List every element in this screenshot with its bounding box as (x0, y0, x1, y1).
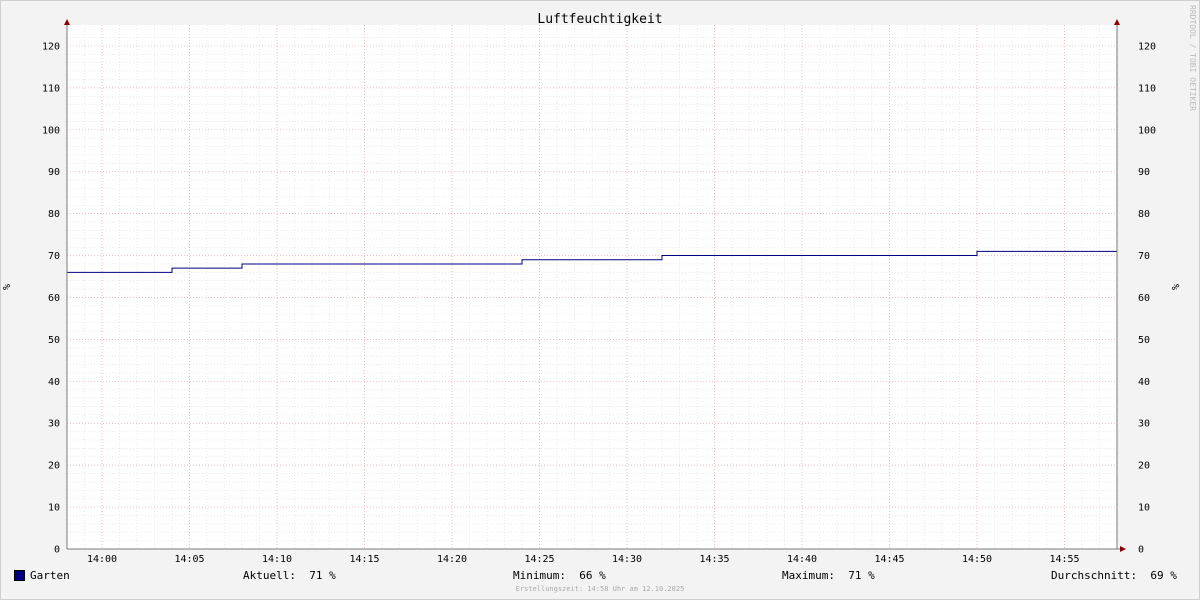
y-tick-label-left: 30 (48, 419, 60, 430)
y-tick-label-right: 80 (1138, 209, 1150, 220)
y-tick-label-left: 40 (48, 377, 60, 388)
y-tick-label-right: 120 (1138, 41, 1156, 52)
x-tick-label: 14:50 (962, 554, 992, 565)
y-tick-label-right: 50 (1138, 335, 1150, 346)
x-tick-label: 14:55 (1049, 554, 1079, 565)
y-tick-label-right: 90 (1138, 167, 1150, 178)
x-tick-label: 14:05 (174, 554, 204, 565)
y-tick-label-right: 70 (1138, 251, 1150, 262)
y-tick-label-right: 110 (1138, 83, 1156, 94)
y-axis-label-left: % (2, 284, 13, 290)
y-tick-label-right: 20 (1138, 461, 1150, 472)
y-axis-arrow-left (64, 19, 70, 25)
x-tick-label: 14:10 (262, 554, 292, 565)
x-tick-label: 14:25 (524, 554, 554, 565)
watermark: RRDTOOL / TOBI OETIKER (1188, 5, 1197, 111)
x-tick-label: 14:20 (437, 554, 467, 565)
footer-timestamp: Erstellungszeit: 14:58 Uhr am 12.10.2025 (515, 585, 685, 593)
chart: 0 0 10 10 20 20 30 30 40 40 50 50 60 60 70 70 80 80 90 90 10… (2, 5, 1197, 565)
y-tick-label-left: 90 (48, 167, 60, 178)
legend-series-name: Garten (30, 569, 70, 582)
chart-title: Luftfeuchtigkeit (537, 12, 662, 27)
y-tick-label-left: 0 (54, 545, 60, 556)
legend-minimum: Minimum: 66 % (513, 569, 606, 582)
y-tick-label-left: 60 (48, 293, 60, 304)
y-tick-label-left: 10 (48, 503, 60, 514)
x-tick-label: 14:00 (87, 554, 117, 565)
legend-durchschnitt: Durchschnitt: 69 % (1051, 569, 1177, 582)
y-tick-label-right: 0 (1138, 545, 1144, 556)
legend-aktuell: Aktuell: 71 % (243, 569, 336, 582)
y-tick-label-right: 40 (1138, 377, 1150, 388)
y-tick-label-right: 10 (1138, 503, 1150, 514)
y-tick-label-left: 100 (42, 125, 60, 136)
x-tick-label: 14:30 (612, 554, 642, 565)
y-axis-label-right: % (1171, 284, 1182, 290)
y-tick-label-left: 120 (42, 41, 60, 52)
y-tick-label-left: 50 (48, 335, 60, 346)
y-tick-label-left: 80 (48, 209, 60, 220)
y-tick-label-left: 110 (42, 83, 60, 94)
legend-maximum: Maximum: 71 % (782, 569, 875, 582)
x-tick-label: 14:40 (787, 554, 817, 565)
legend-swatch (14, 570, 25, 581)
y-tick-label-left: 20 (48, 461, 60, 472)
y-tick-label-right: 30 (1138, 419, 1150, 430)
x-tick-label: 14:35 (699, 554, 729, 565)
x-tick-label: 14:15 (349, 554, 379, 565)
y-tick-label-right: 100 (1138, 125, 1156, 136)
y-tick-label-right: 60 (1138, 293, 1150, 304)
y-tick-label-left: 70 (48, 251, 60, 262)
y-axis-arrow-right (1114, 19, 1120, 25)
x-axis-arrow (1120, 546, 1126, 552)
x-tick-label: 14:45 (874, 554, 904, 565)
